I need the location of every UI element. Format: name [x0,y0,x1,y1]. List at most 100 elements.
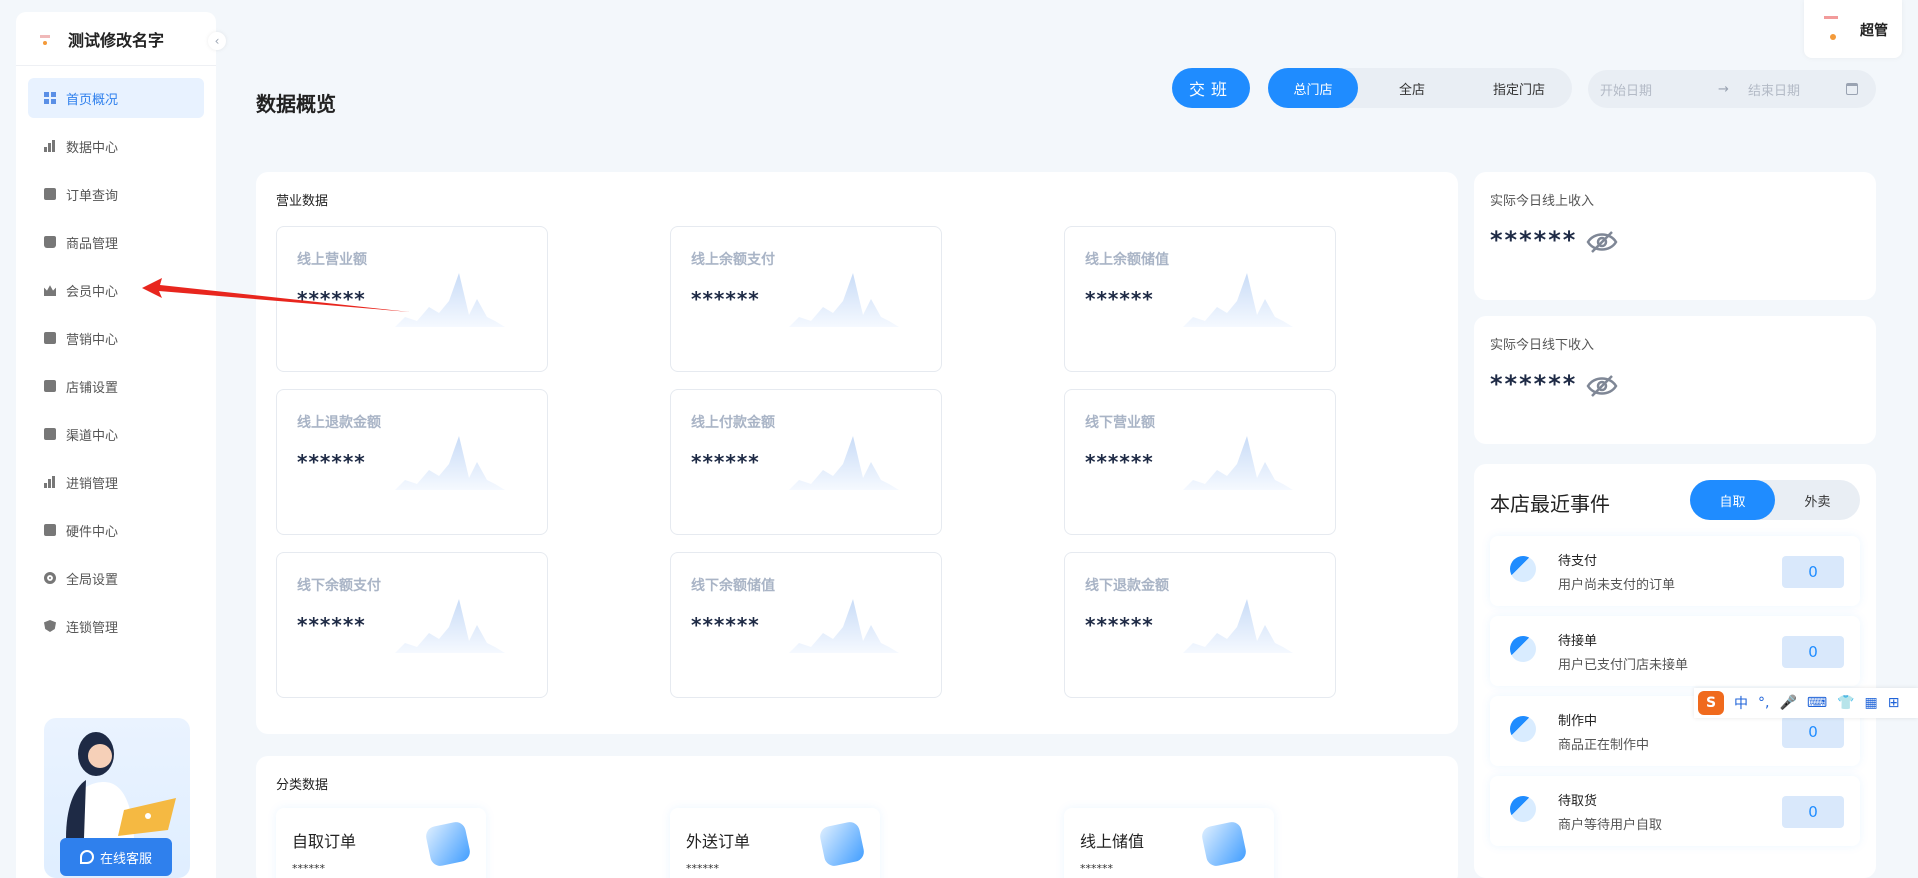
metric-label: 线下余额支付 [297,578,381,594]
sidebar-item-store-settings[interactable]: 店铺设置 [28,366,204,406]
sidebar-collapse-button[interactable]: ‹ [208,32,226,50]
eye-off-icon[interactable] [1586,374,1618,398]
order-icon [44,188,56,200]
bar-chart-icon [44,140,56,152]
sparkline-decoration [395,436,505,490]
metric-label: 线下余额储值 [691,578,775,594]
sidebar-item-inventory[interactable]: 进销管理 [28,462,204,502]
end-date-input[interactable]: 结束日期 [1748,80,1846,99]
event-name: 制作中 [1558,714,1598,729]
metric-value: ****** [691,287,760,311]
event-desc: 用户尚未支付的订单 [1558,578,1676,593]
category-value: ****** [686,862,719,875]
sidebar-item-marketing[interactable]: 营销中心 [28,318,204,358]
card-icon [1200,820,1248,868]
sidebar-item-label: 全局设置 [66,572,119,588]
package-icon [1510,796,1536,822]
microphone-icon[interactable]: 🎤 [1779,695,1796,711]
date-range-picker[interactable]: 开始日期 → 结束日期 [1588,70,1876,108]
category-card-delivery[interactable]: 外送订单 ****** [670,808,880,878]
event-desc: 商品正在制作中 [1558,738,1650,753]
event-count: 0 [1782,796,1844,828]
category-card-pickup[interactable]: 自取订单 ****** [276,808,486,878]
hardware-icon [44,524,56,536]
sidebar-item-label: 连锁管理 [66,620,119,636]
metric-label: 线上余额支付 [691,252,775,268]
sidebar-item-chain[interactable]: 连锁管理 [28,606,204,646]
metric-value: ****** [1085,287,1154,311]
event-item-pending-pickup[interactable]: 待取货 商户等待用户自取 0 [1490,776,1860,846]
metric-card: 线下退款金额 ****** [1064,552,1336,698]
user-menu[interactable]: 超管 [1804,0,1902,58]
sidebar-item-channels[interactable]: 渠道中心 [28,414,204,454]
sidebar-item-products[interactable]: 商品管理 [28,222,204,262]
event-count: 0 [1782,556,1844,588]
online-income-label: 实际今日线上收入 [1490,194,1595,209]
event-count: 0 [1782,636,1844,668]
shield-icon [44,620,56,632]
sidebar-item-hardware[interactable]: 硬件中心 [28,510,204,550]
metric-label: 线上余额储值 [1085,252,1169,268]
brand-logo-icon [38,32,52,46]
recent-events-title: 本店最近事件 [1490,492,1610,516]
ime-toolbar[interactable]: S 中 °, 🎤 ⌨ 👕 ▦ ⊞ [1694,688,1918,718]
tab-specific-store[interactable]: 指定门店 [1466,68,1572,108]
ime-mode[interactable]: 中 [1734,693,1748,713]
metric-card: 线下营业额 ****** [1064,389,1336,535]
chat-icon [79,850,94,864]
shopping-bag-icon [424,820,472,868]
sparkline-decoration [395,273,505,327]
start-date-input[interactable]: 开始日期 [1600,80,1718,99]
tab-takeout[interactable]: 外卖 [1775,480,1860,520]
sparkline-decoration [395,599,505,653]
store-scope-tabs: 总门店 全店 指定门店 [1268,68,1572,108]
sparkline-decoration [1183,436,1293,490]
online-support-label: 在线客服 [99,851,152,867]
category-card-online-topup[interactable]: 线上储值 ****** [1064,808,1274,878]
events-type-tabs: 自取 外卖 [1690,480,1860,520]
online-support-button[interactable]: 在线客服 [60,838,172,876]
category-data-panel: 分类数据 自取订单 ****** 外送订单 ****** 线上储值 ****** [256,756,1458,878]
tab-head-store[interactable]: 总门店 [1268,68,1358,108]
page-title: 数据概览 [256,92,336,116]
metric-value: ****** [691,450,760,474]
metric-label: 线下退款金额 [1085,578,1169,594]
sidebar-item-orders[interactable]: 订单查询 [28,174,204,214]
category-label: 自取订单 [292,832,357,851]
business-data-panel: 营业数据 线上营业额 ****** 线上余额支付 ****** 线上余额储值 *… [256,172,1458,734]
sidebar-item-label: 进销管理 [66,476,119,492]
tab-pickup[interactable]: 自取 [1690,480,1775,520]
tab-all-stores[interactable]: 全店 [1358,68,1466,108]
eye-off-icon[interactable] [1586,230,1618,254]
event-name: 待接单 [1558,634,1598,649]
dashboard-icon [44,92,56,104]
event-item-pending-accept[interactable]: 待接单 用户已支付门店未接单 0 [1490,616,1860,686]
event-count: 0 [1782,716,1844,748]
metric-value: ****** [1085,450,1154,474]
category-label: 外送订单 [686,832,751,851]
toolbox-icon[interactable]: ▦ [1865,695,1878,711]
grid-icon[interactable]: ⊞ [1888,695,1900,711]
avatar [1818,10,1854,46]
sidebar-item-label: 渠道中心 [66,428,119,444]
sidebar-item-data-center[interactable]: 数据中心 [28,126,204,166]
sidebar-item-label: 数据中心 [66,140,119,156]
sogou-logo-icon[interactable]: S [1698,691,1724,715]
sidebar-item-global-settings[interactable]: 全局设置 [28,558,204,598]
metric-value: ****** [691,613,760,637]
gear-icon [44,572,56,584]
keyboard-icon[interactable]: ⌨ [1807,695,1827,711]
metric-label: 线上营业额 [297,252,367,268]
metric-card: 线上付款金额 ****** [670,389,942,535]
ime-punctuation[interactable]: °, [1758,695,1769,711]
sparkline-decoration [789,599,899,653]
wallet-icon [1510,556,1536,582]
event-item-pending-payment[interactable]: 待支付 用户尚未支付的订单 0 [1490,536,1860,606]
skin-icon[interactable]: 👕 [1837,695,1854,711]
metric-card: 线上退款金额 ****** [276,389,548,535]
metric-value: ****** [297,450,366,474]
event-desc: 用户已支付门店未接单 [1558,658,1689,673]
event-name: 待取货 [1558,794,1598,809]
sidebar-item-home[interactable]: 首页概况 [28,78,204,118]
shift-handover-button[interactable]: 交班 [1172,68,1250,108]
